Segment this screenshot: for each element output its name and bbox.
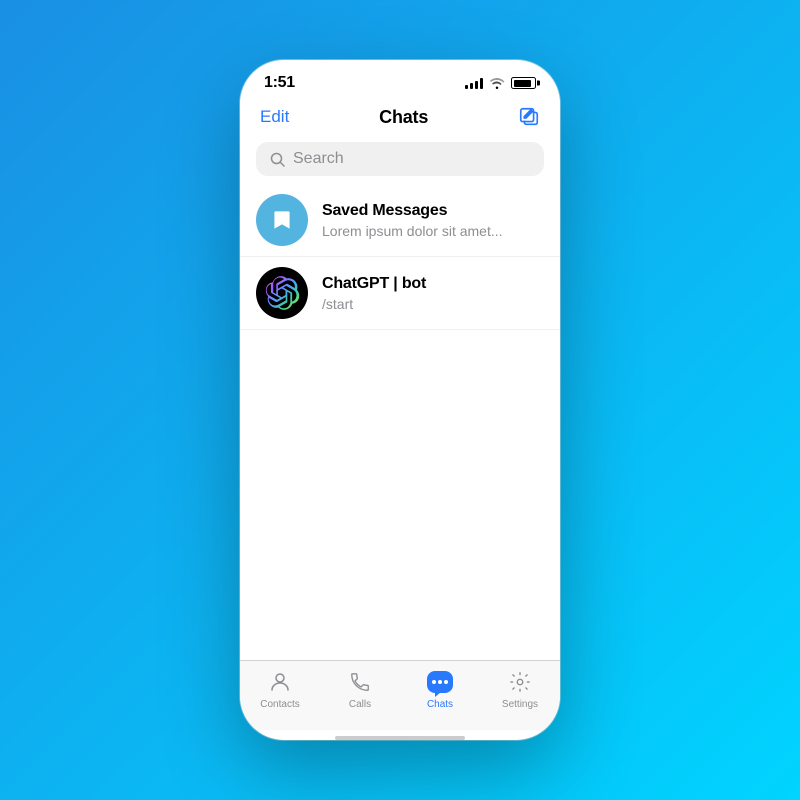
chat-preview: Lorem ipsum dolor sit amet... [322, 223, 544, 239]
list-item[interactable]: Saved Messages Lorem ipsum dolor sit ame… [240, 184, 560, 257]
search-container: Search [240, 138, 560, 184]
battery-icon [511, 77, 536, 89]
contacts-icon [267, 669, 293, 695]
chat-info: ChatGPT | bot /start [322, 275, 544, 312]
tab-contacts-label: Contacts [260, 699, 299, 710]
tab-bar: Contacts Calls Chats [240, 660, 560, 730]
tab-calls[interactable]: Calls [320, 669, 400, 710]
tab-settings-label: Settings [502, 699, 538, 710]
list-item[interactable]: ChatGPT | bot /start [240, 257, 560, 330]
tab-contacts[interactable]: Contacts [240, 669, 320, 710]
chat-info: Saved Messages Lorem ipsum dolor sit ame… [322, 202, 544, 239]
calls-icon [347, 669, 373, 695]
page-title: Chats [379, 107, 428, 128]
tab-settings[interactable]: Settings [480, 669, 560, 710]
search-bar[interactable]: Search [256, 142, 544, 176]
chat-name: Saved Messages [322, 202, 544, 220]
tab-chats[interactable]: Chats [400, 669, 480, 710]
status-time: 1:51 [264, 74, 295, 92]
chats-icon [427, 669, 453, 695]
signal-bars-icon [465, 77, 483, 89]
home-indicator [335, 736, 465, 740]
compose-icon [518, 106, 540, 128]
status-icons [465, 77, 536, 89]
chatgpt-icon [264, 275, 300, 311]
tab-calls-label: Calls [349, 699, 371, 710]
chat-list: Saved Messages Lorem ipsum dolor sit ame… [240, 184, 560, 660]
search-placeholder: Search [293, 150, 344, 168]
tab-chats-label: Chats [427, 699, 453, 710]
search-icon [270, 152, 285, 167]
avatar [256, 194, 308, 246]
bookmark-icon [269, 207, 295, 233]
compose-button[interactable] [518, 106, 540, 128]
avatar [256, 267, 308, 319]
status-bar: 1:51 [240, 60, 560, 100]
chat-name: ChatGPT | bot [322, 275, 544, 293]
phone-frame: 1:51 Edit Chats [240, 60, 560, 740]
edit-button[interactable]: Edit [260, 107, 289, 127]
nav-bar: Edit Chats [240, 100, 560, 138]
chat-preview: /start [322, 296, 544, 312]
settings-icon [507, 669, 533, 695]
wifi-icon [489, 77, 505, 89]
